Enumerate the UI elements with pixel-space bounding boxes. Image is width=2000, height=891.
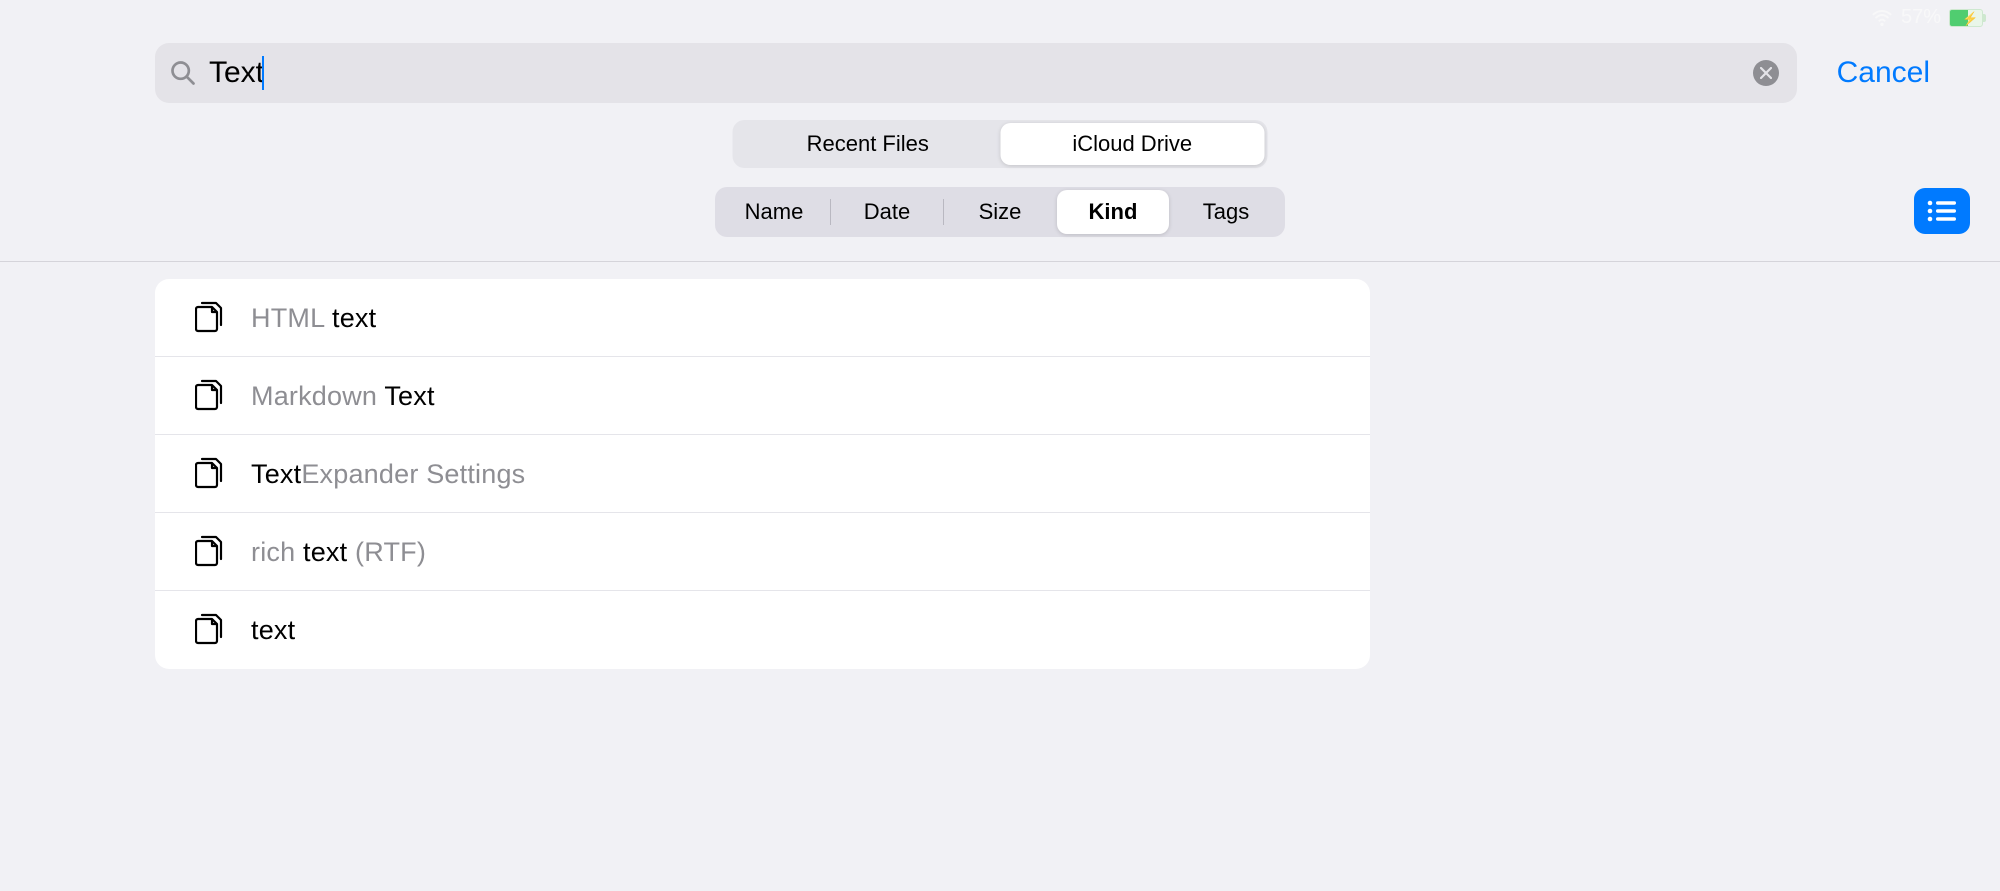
status-bar: 57% ⚡ <box>1871 6 1986 29</box>
sort-tab-size[interactable]: Size <box>944 190 1056 234</box>
cancel-button[interactable]: Cancel <box>1837 56 1970 90</box>
divider <box>0 261 2000 262</box>
result-label: Markdown Text <box>251 381 435 412</box>
search-icon <box>169 59 197 87</box>
list-icon <box>1926 199 1958 223</box>
document-stack-icon <box>195 379 227 413</box>
search-input[interactable]: Text <box>209 56 264 90</box>
search-row: Text Cancel <box>155 43 1970 103</box>
sort-tab-tags[interactable]: Tags <box>1170 190 1282 234</box>
document-stack-icon <box>195 301 227 335</box>
search-result-row[interactable]: text <box>155 591 1370 669</box>
document-stack-icon <box>195 535 227 569</box>
search-results-panel: HTML text Markdown Text TextExpander Set… <box>155 279 1370 669</box>
result-label: text <box>251 615 295 646</box>
wifi-icon <box>1871 7 1893 29</box>
search-field-container[interactable]: Text <box>155 43 1797 103</box>
scope-tab-icloud-drive[interactable]: iCloud Drive <box>1000 123 1265 165</box>
sort-tab-name[interactable]: Name <box>718 190 830 234</box>
scope-tab-recent-files[interactable]: Recent Files <box>736 123 1001 165</box>
result-label: TextExpander Settings <box>251 459 525 490</box>
document-stack-icon <box>195 613 227 647</box>
battery-icon: ⚡ <box>1949 9 1986 27</box>
search-result-row[interactable]: HTML text <box>155 279 1370 357</box>
text-cursor <box>262 56 264 90</box>
result-label: rich text (RTF) <box>251 537 426 568</box>
sort-segmented-control: NameDateSizeKindTags <box>715 187 1285 237</box>
sort-tab-kind[interactable]: Kind <box>1057 190 1169 234</box>
search-result-row[interactable]: rich text (RTF) <box>155 513 1370 591</box>
sort-tab-date[interactable]: Date <box>831 190 943 234</box>
scope-segmented-control: Recent FilesiCloud Drive <box>733 120 1268 168</box>
list-view-button[interactable] <box>1914 188 1970 234</box>
search-result-row[interactable]: Markdown Text <box>155 357 1370 435</box>
document-stack-icon <box>195 457 227 491</box>
search-result-row[interactable]: TextExpander Settings <box>155 435 1370 513</box>
result-label: HTML text <box>251 303 376 334</box>
battery-percent-text: 57% <box>1901 6 1941 29</box>
clear-search-button[interactable] <box>1753 60 1779 86</box>
